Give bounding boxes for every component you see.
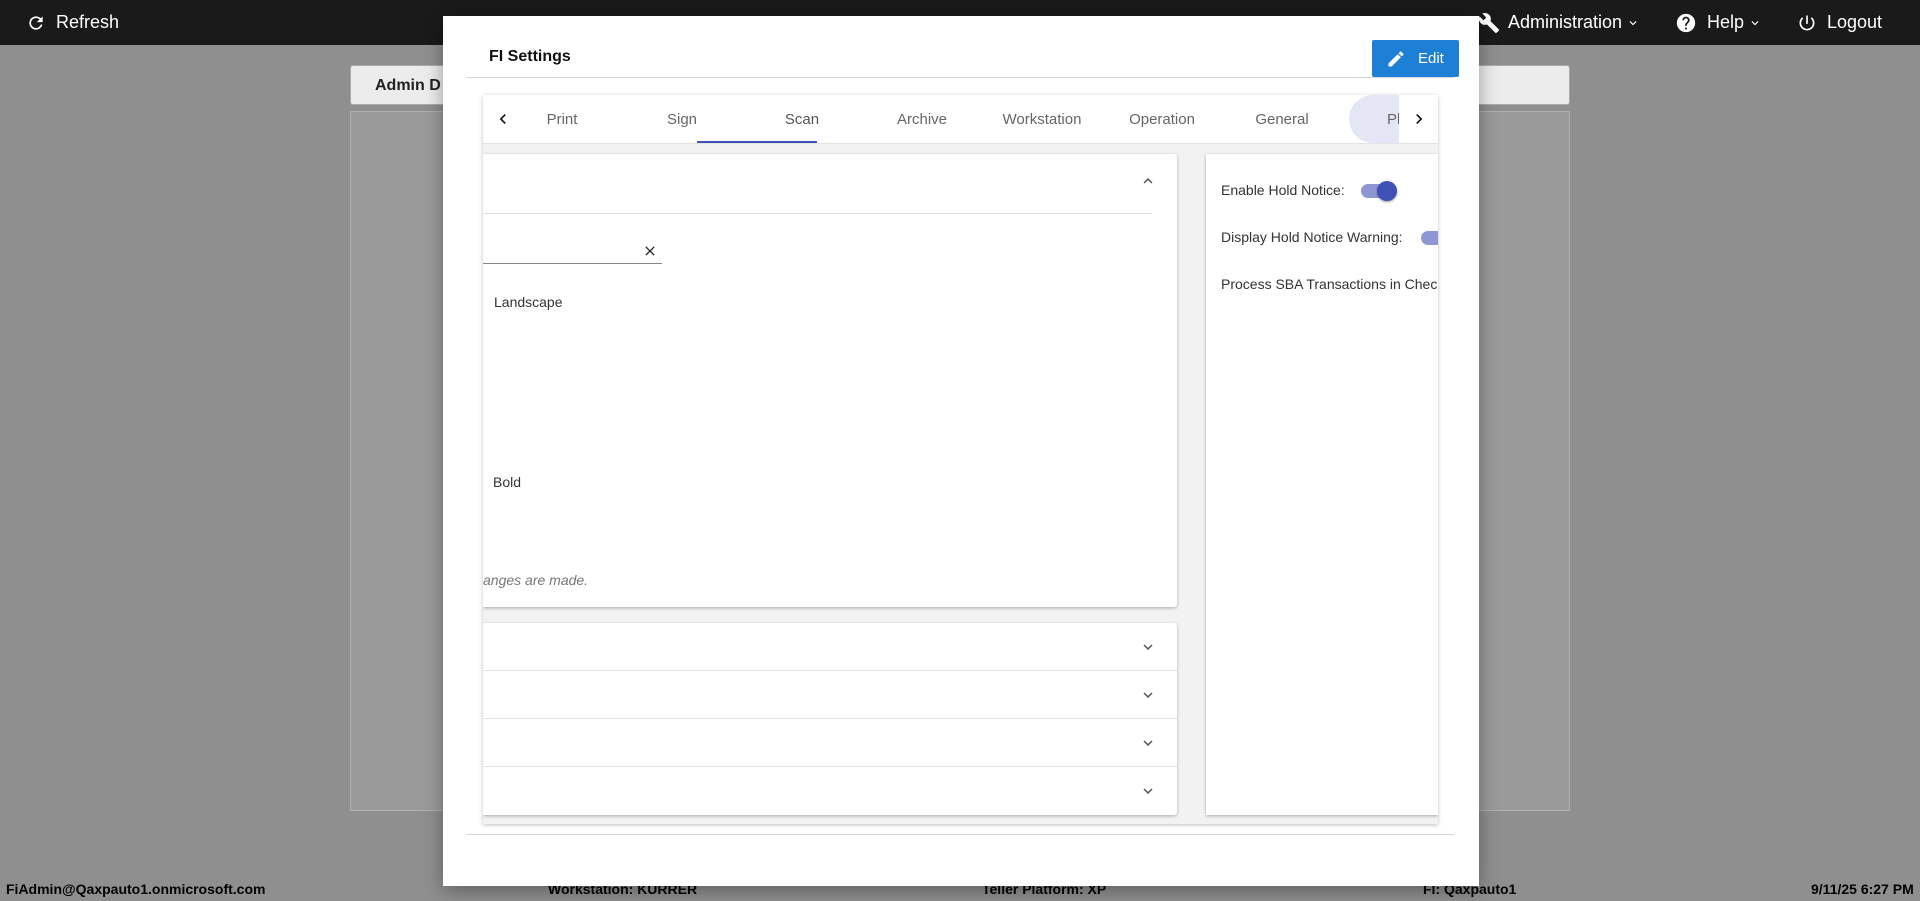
chevron-down-icon	[1751, 20, 1759, 25]
toggle-track	[1421, 231, 1438, 245]
logout-button[interactable]: Logout	[1797, 0, 1882, 45]
scan-settings-panel: Landscape Bold anges are made.	[483, 154, 1177, 607]
chevron-down-icon	[1143, 788, 1153, 794]
title-divider	[467, 77, 1454, 78]
refresh-button[interactable]: Refresh	[26, 0, 119, 45]
changes-note: anges are made.	[483, 572, 589, 588]
edit-button[interactable]: Edit	[1372, 40, 1459, 77]
panel-divider	[483, 213, 1152, 214]
chevron-down-icon	[1143, 692, 1153, 698]
active-tab-indicator	[697, 141, 817, 143]
dialog-bottom-divider	[467, 834, 1454, 835]
settings-content: Print Sign Scan Archive Workstation Oper…	[483, 95, 1438, 824]
enable-hold-notice-toggle[interactable]	[1361, 181, 1397, 201]
collapsed-panel-2[interactable]	[483, 671, 1177, 719]
tab-scan[interactable]: Scan	[742, 95, 862, 143]
display-hold-warning-toggle[interactable]	[1421, 231, 1438, 245]
toggle-thumb	[1377, 181, 1397, 201]
wrench-icon	[1478, 12, 1500, 33]
refresh-icon	[29, 15, 43, 30]
help-label: Help	[1707, 12, 1745, 32]
close-icon	[645, 246, 655, 256]
collapse-panel-button[interactable]	[1136, 169, 1160, 193]
pencil-icon	[1388, 50, 1404, 66]
power-icon	[1799, 15, 1815, 30]
tab-general[interactable]: General	[1222, 95, 1342, 143]
edit-label: Edit	[1418, 50, 1444, 67]
collapsed-panels	[483, 623, 1177, 815]
administration-label: Administration	[1508, 12, 1623, 32]
tab-archive-label: Archive	[896, 110, 948, 128]
tab-workstation-label: Workstation	[1002, 110, 1082, 128]
chevron-up-icon	[1143, 178, 1153, 184]
chevron-down-icon	[1629, 20, 1637, 25]
tab-operation-label: Operation	[1129, 110, 1195, 128]
expand-panel-button[interactable]	[1136, 683, 1160, 707]
clear-input-button[interactable]	[638, 239, 662, 263]
collapsed-panel-1[interactable]	[483, 623, 1177, 671]
logout-label: Logout	[1827, 12, 1883, 32]
hold-notice-settings-panel: Enable Hold Notice: Display Hold Notice …	[1206, 154, 1438, 815]
font-style-value: Bold	[493, 474, 522, 490]
help-menu[interactable]: Help	[1675, 0, 1762, 45]
tab-archive[interactable]: Archive	[862, 95, 982, 143]
settings-tabs: Print Sign Scan Archive Workstation Oper…	[483, 95, 1438, 144]
tab-scan-label: Scan	[784, 110, 820, 128]
footer-datetime: 9/11/25 6:27 PM	[1811, 881, 1914, 897]
fi-settings-dialog: FI Settings Edit Print Sign Scan Archive…	[443, 16, 1479, 886]
collapsed-panel-4[interactable]	[483, 767, 1177, 815]
background-page-title: Admin D	[375, 77, 441, 94]
footer-user: FiAdmin@Qaxpauto1.onmicrosoft.com	[6, 881, 266, 897]
tab-operation[interactable]: Operation	[1102, 95, 1222, 143]
tab-print-label: Print	[546, 110, 578, 128]
help-icon	[1676, 13, 1696, 32]
text-input-underline[interactable]	[483, 263, 662, 264]
expand-panel-button[interactable]	[1136, 635, 1160, 659]
tab-sign[interactable]: Sign	[622, 95, 742, 143]
tab-workstation[interactable]: Workstation	[982, 95, 1102, 143]
dialog-title: FI Settings	[489, 48, 571, 65]
tab-general-label: General	[1255, 110, 1309, 128]
collapsed-panel-3[interactable]	[483, 719, 1177, 767]
display-hold-warning-label: Display Hold Notice Warning:	[1221, 229, 1403, 245]
chevron-down-icon	[1143, 740, 1153, 746]
expand-panel-button[interactable]	[1136, 779, 1160, 803]
process-sba-label: Process SBA Transactions in Chec	[1221, 276, 1438, 292]
tab-sign-label: Sign	[666, 110, 698, 128]
enable-hold-notice-label: Enable Hold Notice:	[1221, 182, 1345, 198]
chevron-down-icon	[1143, 644, 1153, 650]
expand-panel-button[interactable]	[1136, 731, 1160, 755]
administration-menu[interactable]: Administration	[1478, 0, 1640, 45]
orientation-value: Landscape	[494, 294, 563, 310]
refresh-label: Refresh	[56, 12, 120, 32]
chevron-right-icon	[1416, 114, 1423, 124]
tab-print[interactable]: Print	[502, 95, 622, 143]
tabs-scroll-right-button[interactable]	[1407, 107, 1431, 131]
